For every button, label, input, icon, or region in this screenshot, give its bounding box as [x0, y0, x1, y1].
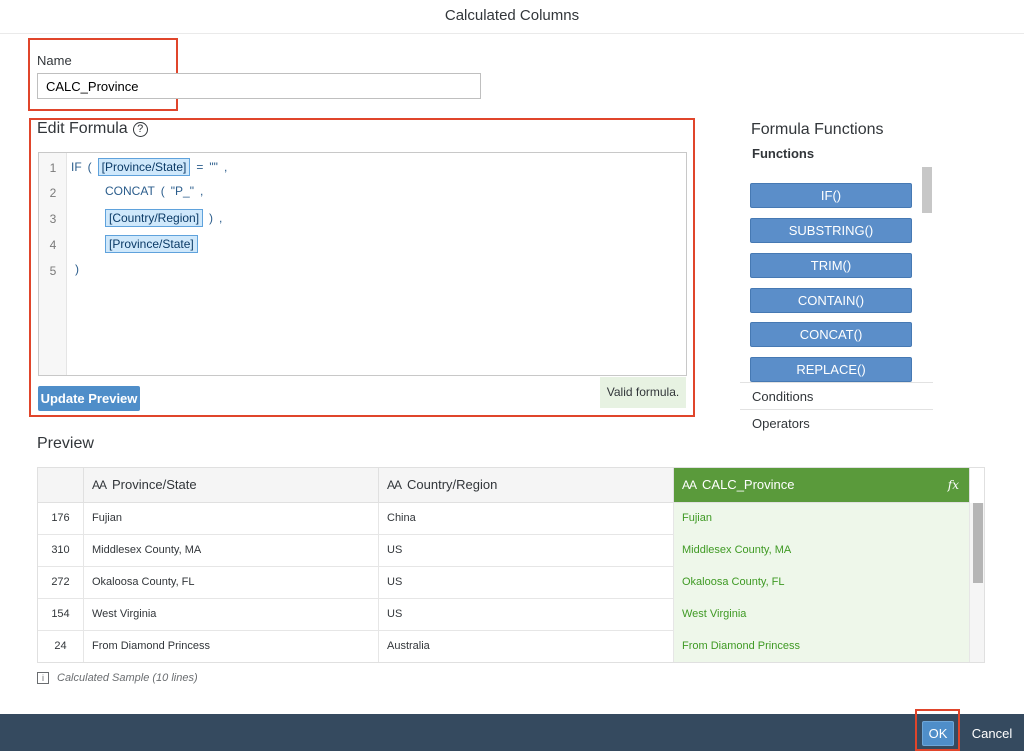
dialog-title: Calculated Columns	[0, 0, 1024, 34]
close-paren: )	[75, 262, 79, 276]
formula-functions-title: Formula Functions	[751, 121, 884, 138]
comma: ,	[199, 184, 204, 198]
cell-province: From Diamond Princess	[84, 631, 379, 662]
concat-keyword: CONCAT	[105, 184, 155, 198]
text-type-icon: AA	[92, 478, 107, 492]
table-row: 154 West Virginia US West Virginia	[38, 599, 984, 631]
column-header-calc-province[interactable]: AA CALC_Province fx	[674, 468, 970, 503]
operators-section[interactable]: Operators	[752, 416, 810, 431]
comma: ,	[219, 211, 223, 225]
open-paren: (	[87, 160, 92, 174]
if-keyword: IF	[71, 160, 82, 174]
help-icon[interactable]: ?	[132, 121, 148, 137]
line-number-gutter: 1 2 3 4 5	[39, 153, 67, 375]
function-trim-button[interactable]: TRIM()	[750, 253, 912, 278]
function-replace-button[interactable]: REPLACE()	[750, 357, 912, 382]
column-header-label: Country/Region	[407, 477, 498, 492]
cell-province: West Virginia	[84, 599, 379, 631]
function-if-button[interactable]: IF()	[750, 183, 912, 208]
equals-operator: =	[196, 160, 204, 174]
formula-status-message: Valid formula.	[600, 377, 686, 408]
edit-formula-title: Edit Formula	[37, 120, 128, 137]
line-number: 2	[49, 186, 57, 200]
code-line-5: )	[75, 262, 79, 276]
code-line-1: IF ( [Province/State] = "" ,	[71, 158, 227, 176]
close-paren: )	[209, 211, 214, 225]
formula-editor[interactable]: 1 2 3 4 5 IF ( [Province/State] = "" , C…	[38, 152, 687, 376]
table-row: 24 From Diamond Princess Australia From …	[38, 631, 984, 662]
cell-calc-province: Middlesex County, MA	[674, 535, 970, 567]
column-header-country[interactable]: AA Country/Region	[379, 468, 674, 503]
column-token-province[interactable]: [Province/State]	[97, 158, 191, 176]
sample-info: i Calculated Sample (10 lines)	[37, 672, 198, 684]
functions-subtitle: Functions	[752, 146, 815, 161]
column-header-label: Province/State	[112, 477, 197, 492]
line-number: 3	[49, 212, 57, 226]
info-icon: i	[37, 672, 49, 684]
cell-country: US	[379, 535, 674, 567]
cell-calc-province: Fujian	[674, 503, 970, 535]
comma: ,	[223, 160, 228, 174]
cell-province: Okaloosa County, FL	[84, 567, 379, 599]
update-preview-button[interactable]: Update Preview	[38, 386, 140, 411]
column-header-province[interactable]: AA Province/State	[84, 468, 379, 503]
formula-fx-icon: fx	[947, 478, 959, 492]
cell-country: Australia	[379, 631, 674, 662]
conditions-divider	[740, 409, 933, 410]
table-row: 176 Fujian China Fujian	[38, 503, 984, 535]
text-type-icon: AA	[682, 478, 697, 492]
sample-note: Calculated Sample (10 lines)	[57, 672, 198, 684]
preview-heading: Preview	[37, 435, 94, 452]
edit-formula-heading: Edit Formula ?	[37, 120, 148, 138]
name-label: Name	[37, 53, 72, 68]
code-line-4: [Province/State]	[105, 235, 198, 253]
cell-country: US	[379, 567, 674, 599]
column-header-label: CALC_Province	[702, 477, 795, 492]
line-number: 5	[49, 264, 57, 278]
string-literal: "P_"	[170, 184, 194, 198]
table-row: 310 Middlesex County, MA US Middlesex Co…	[38, 535, 984, 567]
code-line-2: CONCAT ( "P_" ,	[105, 184, 203, 198]
function-concat-button[interactable]: CONCAT()	[750, 322, 912, 347]
index-column-header	[38, 468, 84, 503]
function-substring-button[interactable]: SUBSTRING()	[750, 218, 912, 243]
cell-country: US	[379, 599, 674, 631]
row-index: 310	[38, 535, 84, 567]
cell-country: China	[379, 503, 674, 535]
cell-province: Fujian	[84, 503, 379, 535]
code-line-3: [Country/Region] ) ,	[105, 209, 222, 227]
row-index: 272	[38, 567, 84, 599]
table-row: 272 Okaloosa County, FL US Okaloosa Coun…	[38, 567, 984, 599]
open-paren: (	[160, 184, 165, 198]
table-scrollbar[interactable]	[973, 503, 983, 583]
row-index: 154	[38, 599, 84, 631]
dialog-footer	[0, 714, 1024, 751]
string-literal: ""	[209, 160, 218, 174]
column-token-country[interactable]: [Country/Region]	[105, 209, 204, 227]
functions-divider	[740, 382, 933, 383]
cell-province: Middlesex County, MA	[84, 535, 379, 567]
cell-calc-province: Okaloosa County, FL	[674, 567, 970, 599]
text-type-icon: AA	[387, 478, 402, 492]
line-number: 4	[49, 238, 57, 252]
conditions-section[interactable]: Conditions	[752, 389, 813, 404]
cancel-button[interactable]: Cancel	[964, 721, 1020, 746]
cell-calc-province: West Virginia	[674, 599, 970, 631]
name-input[interactable]	[37, 73, 481, 99]
row-index: 24	[38, 631, 84, 662]
column-token-province[interactable]: [Province/State]	[105, 235, 198, 253]
row-index: 176	[38, 503, 84, 535]
cell-calc-province: From Diamond Princess	[674, 631, 970, 662]
function-contain-button[interactable]: CONTAIN()	[750, 288, 912, 313]
preview-table: AA Province/State AA Country/Region AA C…	[37, 467, 985, 663]
functions-scrollbar[interactable]	[922, 167, 932, 213]
ok-button[interactable]: OK	[922, 721, 954, 746]
line-number: 1	[49, 161, 57, 175]
